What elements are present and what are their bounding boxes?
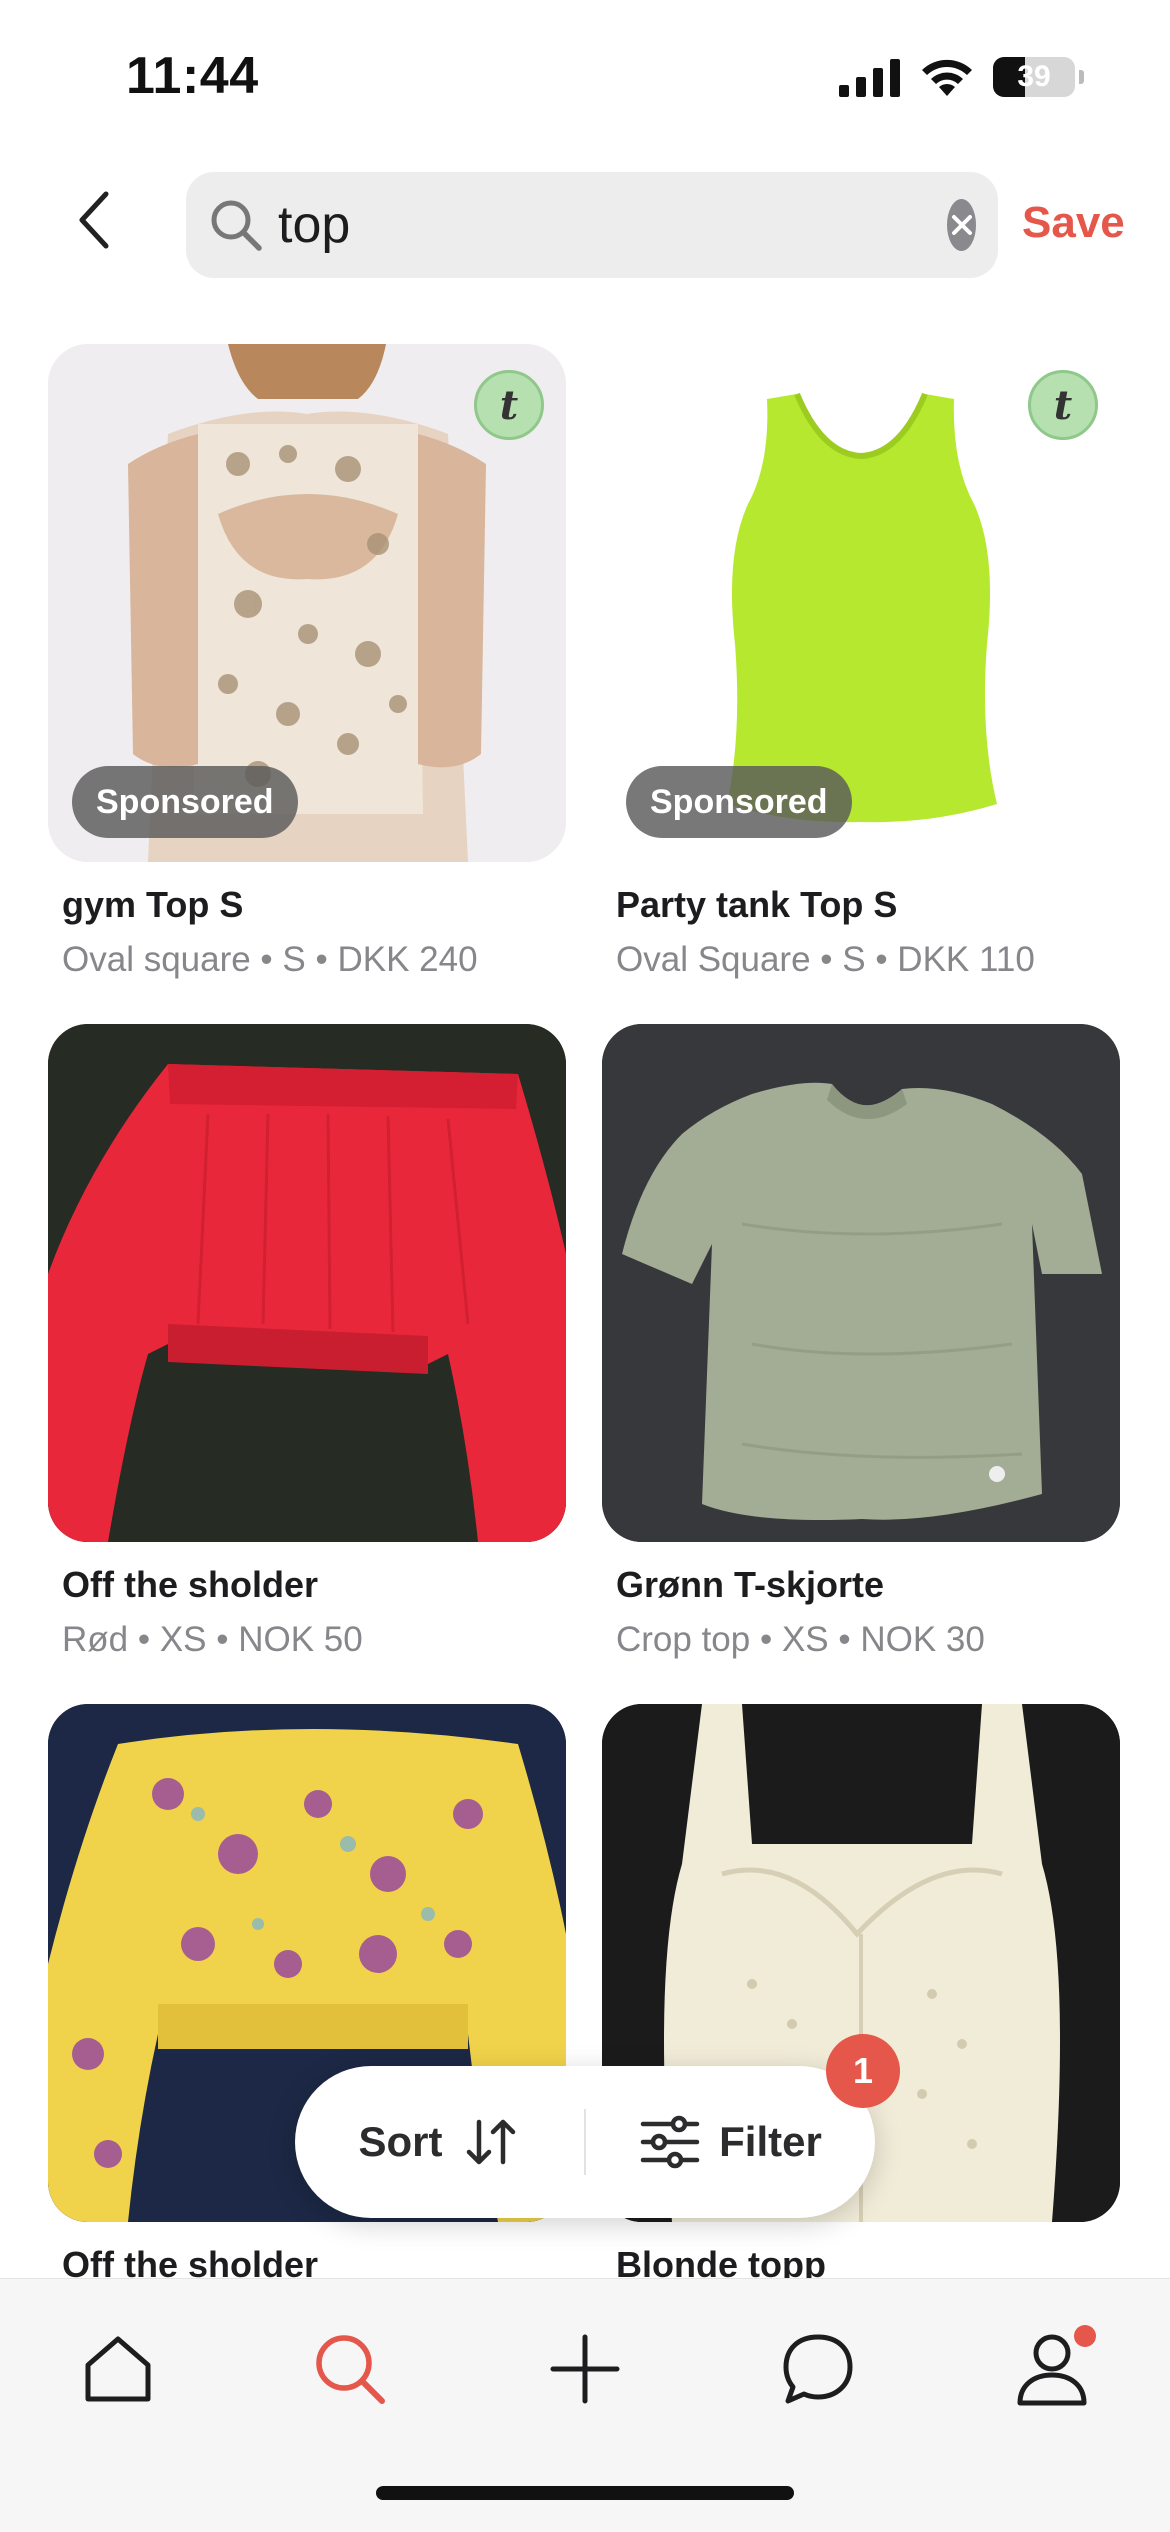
second-chance-badge-icon: t xyxy=(1028,370,1098,440)
product-title: Party tank Top S xyxy=(616,884,898,925)
search-input[interactable] xyxy=(278,185,947,265)
save-search-button[interactable]: Save xyxy=(1022,198,1125,248)
wifi-icon xyxy=(922,59,972,96)
tab-home[interactable] xyxy=(68,2319,168,2419)
sponsored-badge: Sponsored xyxy=(72,766,298,838)
battery-icon: 39 xyxy=(993,57,1075,97)
sort-filter-bar: Sort Filter xyxy=(295,2066,875,2218)
filter-label: Filter xyxy=(719,2118,822,2165)
tab-search[interactable] xyxy=(300,2319,400,2419)
home-indicator xyxy=(376,2486,794,2500)
second-chance-badge-icon: t xyxy=(474,370,544,440)
back-button[interactable] xyxy=(62,188,126,252)
product-meta: Rød • XS • NOK 50 xyxy=(62,1620,363,1659)
product-card[interactable]: Grønn T-skjorte Crop top • XS • NOK 30 xyxy=(602,1024,1120,1660)
notification-dot xyxy=(1074,2325,1096,2347)
product-meta: Oval Square • S • DKK 110 xyxy=(616,940,1035,979)
filter-count-badge: 1 xyxy=(826,2034,900,2108)
search-icon xyxy=(316,2335,385,2404)
product-title: Grønn T-skjorte xyxy=(616,1564,885,1605)
tab-sell[interactable] xyxy=(535,2319,635,2419)
battery-level: 39 xyxy=(1017,60,1051,93)
status-time: 11:44 xyxy=(126,47,259,105)
search-icon xyxy=(208,195,264,255)
status-bar: 11:44 39 xyxy=(0,0,1170,150)
battery-nub xyxy=(1079,70,1084,84)
product-image: t Sponsored xyxy=(48,344,566,862)
product-image: t Sponsored xyxy=(602,344,1120,862)
filter-sliders-icon xyxy=(640,2115,700,2169)
product-meta: Crop top • XS • NOK 30 xyxy=(616,1620,985,1659)
product-image xyxy=(602,1024,1120,1542)
sponsored-badge: Sponsored xyxy=(626,766,852,838)
product-title: Off the sholder xyxy=(62,1564,319,1605)
chat-icon xyxy=(783,2334,853,2404)
sort-button[interactable]: Sort xyxy=(295,2066,584,2218)
search-box[interactable] xyxy=(186,172,998,278)
sort-label: Sort xyxy=(358,2118,443,2165)
product-card[interactable]: Off the sholder Rød • XS • NOK 50 xyxy=(48,1024,566,1660)
sort-arrows-icon xyxy=(466,2119,515,2165)
status-icons: 39 xyxy=(839,56,1084,98)
clear-search-button[interactable] xyxy=(947,199,976,251)
close-icon xyxy=(951,215,972,235)
product-card[interactable]: t Sponsored Party tank Top S Oval Square… xyxy=(602,344,1120,980)
home-icon xyxy=(85,2336,151,2402)
plus-icon xyxy=(550,2334,620,2404)
tab-profile[interactable] xyxy=(1002,2319,1102,2419)
chevron-left-icon xyxy=(79,191,109,249)
product-title: gym Top S xyxy=(62,884,244,925)
product-image xyxy=(48,1024,566,1542)
product-card[interactable]: t Sponsored gym Top S Oval square • S • … xyxy=(48,344,566,980)
signal-icon xyxy=(839,59,900,97)
tab-messages[interactable] xyxy=(768,2319,868,2419)
product-meta: Oval square • S • DKK 240 xyxy=(62,940,478,979)
